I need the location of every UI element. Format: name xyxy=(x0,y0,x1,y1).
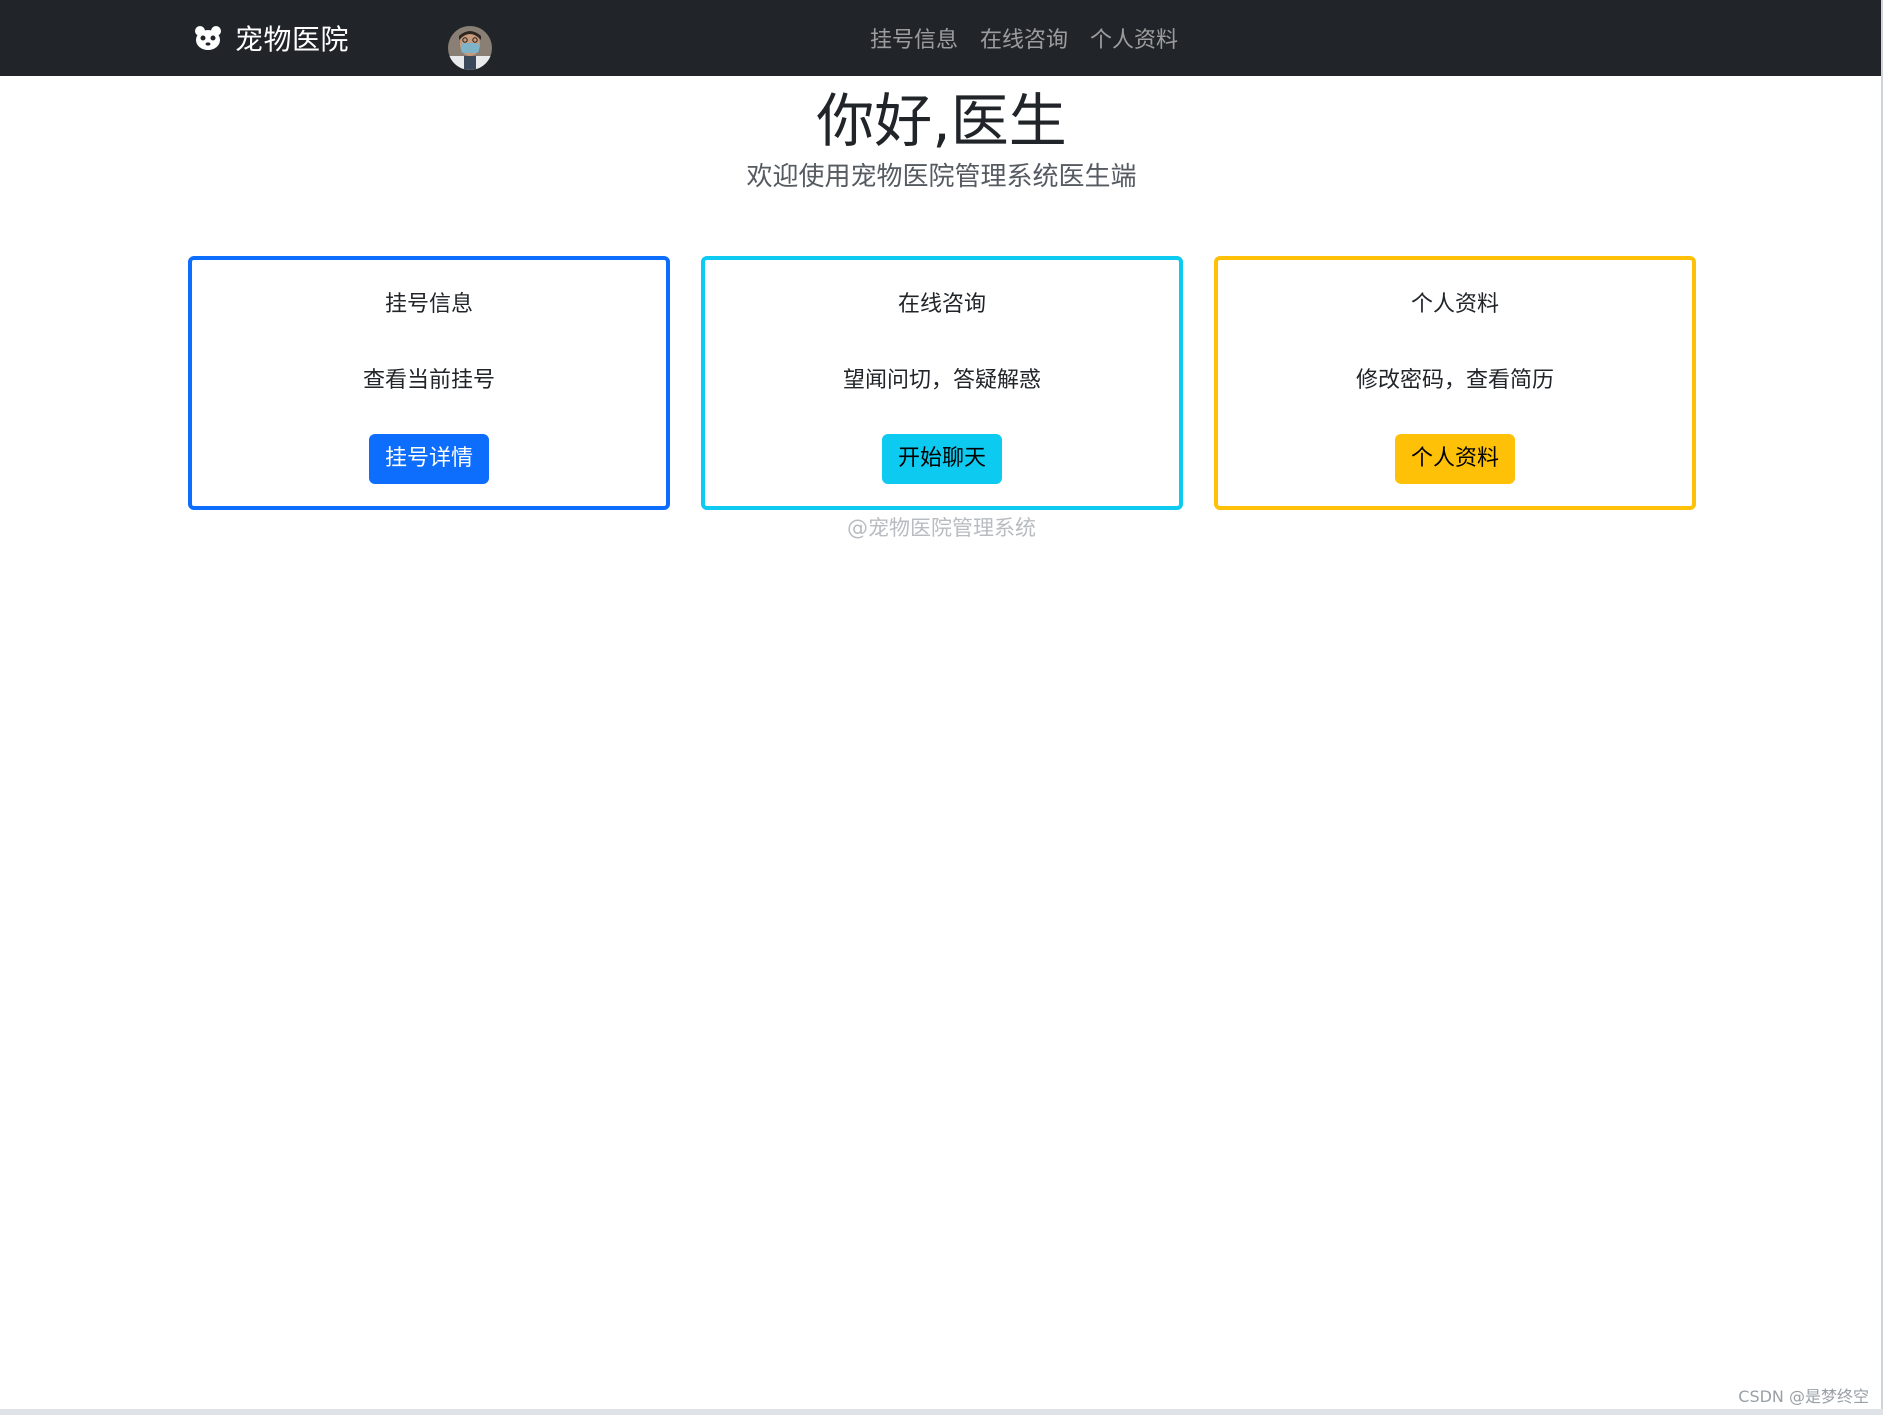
page-title: 你好,医生 xyxy=(816,87,1067,155)
nav-link-consultation[interactable]: 在线咨询 xyxy=(980,22,1068,54)
card-consultation: 在线咨询 望闻问切，答疑解惑 开始聊天 xyxy=(701,256,1183,510)
doctor-avatar[interactable] xyxy=(448,26,492,70)
card-title: 挂号信息 xyxy=(384,292,473,317)
card-title: 在线咨询 xyxy=(897,292,986,317)
card-profile: 个人资料 修改密码，查看简历 个人资料 xyxy=(1214,256,1696,510)
card-text: 查看当前挂号 xyxy=(362,368,495,393)
start-chat-button[interactable]: 开始聊天 xyxy=(881,434,1003,484)
card-text: 修改密码，查看简历 xyxy=(1355,368,1554,393)
card-registration: 挂号信息 查看当前挂号 挂号详情 xyxy=(188,256,670,510)
profile-button[interactable]: 个人资料 xyxy=(1394,434,1516,484)
footer-copyright: @宠物医院管理系统 xyxy=(847,516,1036,540)
card-text: 望闻问切，答疑解惑 xyxy=(842,368,1041,393)
page-subtitle: 欢迎使用宠物医院管理系统医生端 xyxy=(746,162,1137,192)
brand-link[interactable]: 宠物医院 xyxy=(193,0,349,76)
nav-links: 挂号信息 在线咨询 个人资料 xyxy=(870,0,1178,76)
watermark: CSDN @是梦终空 xyxy=(1738,1387,1869,1406)
brand-name: 宠物医院 xyxy=(235,23,350,56)
nav-link-registration[interactable]: 挂号信息 xyxy=(870,22,958,54)
page: 宠物医院 挂号信息 在线咨询 个人资料 你好,医生 欢迎使用宠物医院管理系统医生… xyxy=(0,0,1883,1415)
nav-link-profile[interactable]: 个人资料 xyxy=(1090,22,1178,54)
window-bottom-edge xyxy=(0,1409,1883,1415)
registration-details-button[interactable]: 挂号详情 xyxy=(368,434,490,484)
paw-face-icon xyxy=(193,23,223,53)
card-title: 个人资料 xyxy=(1410,292,1499,317)
navbar: 宠物医院 挂号信息 在线咨询 个人资料 xyxy=(0,0,1883,76)
